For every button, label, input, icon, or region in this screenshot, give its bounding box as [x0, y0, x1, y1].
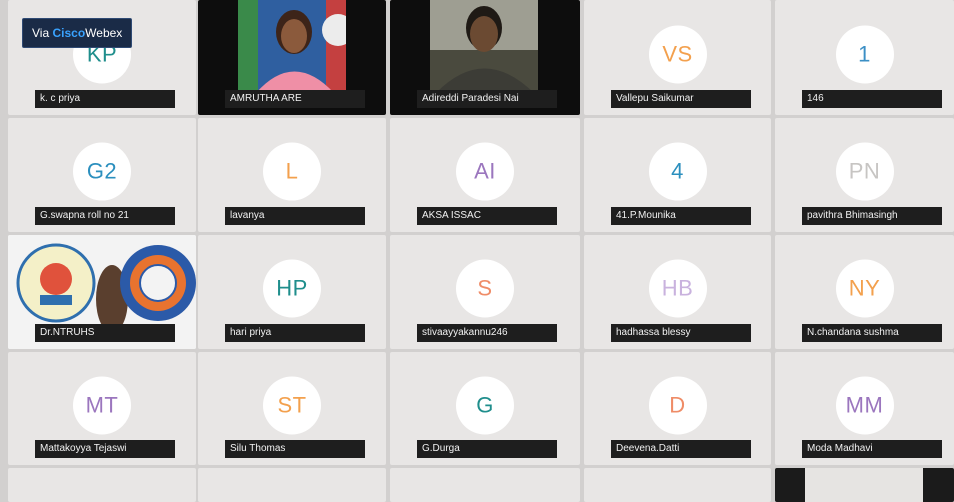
avatar: HB	[648, 259, 707, 318]
participant-tile-video[interactable]: Dr.NTRUHS	[8, 235, 196, 349]
video-feed	[805, 468, 923, 502]
participant-tile[interactable]: AI AKSA ISSAC	[390, 118, 580, 232]
webex-badge: Via CiscoWebex	[22, 18, 133, 48]
participant-name: Deevena.Datti	[611, 440, 751, 458]
participant-name: Dr.NTRUHS	[35, 324, 175, 342]
participant-name: Mattakoyya Tejaswi	[35, 440, 175, 458]
avatar: G2	[73, 142, 131, 201]
participant-tile[interactable]: ST Silu Thomas	[198, 352, 386, 465]
participant-name: AMRUTHA ARE	[225, 90, 365, 108]
avatar: MT	[73, 376, 131, 435]
participant-tile[interactable]: S stivaayyakannu246	[390, 235, 580, 349]
participant-tile[interactable]	[390, 468, 580, 502]
participant-name: lavanya	[225, 207, 365, 225]
avatar: D	[648, 376, 707, 435]
avatar: S	[456, 259, 514, 318]
participant-tile[interactable]: G2 G.swapna roll no 21	[8, 118, 196, 232]
participant-grid: KP k. c priya AMRUTHA ARE Adireddi Parad…	[0, 0, 954, 502]
participant-tile[interactable]: 1 146	[775, 0, 954, 115]
participant-name: 146	[802, 90, 942, 108]
avatar: 4	[648, 142, 707, 201]
participant-name: hadhassa blessy	[611, 324, 751, 342]
participant-tile[interactable]: G G.Durga	[390, 352, 580, 465]
participant-tile[interactable]: L lavanya	[198, 118, 386, 232]
participant-name: G.Durga	[417, 440, 557, 458]
badge-webex: Webex	[85, 26, 123, 40]
participant-tile[interactable]: NY N.chandana sushma	[775, 235, 954, 349]
participant-tile[interactable]	[8, 468, 196, 502]
participant-name: 41.P.Mounika	[611, 207, 751, 225]
participant-tile-video[interactable]: AMRUTHA ARE	[198, 0, 386, 115]
avatar: HP	[263, 259, 321, 318]
participant-tile-video[interactable]	[775, 468, 954, 502]
participant-tile[interactable]: 4 41.P.Mounika	[584, 118, 771, 232]
participant-name: k. c priya	[35, 90, 175, 108]
participant-tile[interactable]: D Deevena.Datti	[584, 352, 771, 465]
avatar: ST	[263, 376, 321, 435]
participant-name: hari priya	[225, 324, 365, 342]
avatar: VS	[648, 25, 707, 84]
participant-tile[interactable]	[584, 468, 771, 502]
participant-tile[interactable]: MM Moda Madhavi	[775, 352, 954, 465]
video-feed	[238, 0, 346, 93]
avatar: NY	[835, 259, 894, 318]
participant-tile[interactable]: HB hadhassa blessy	[584, 235, 771, 349]
badge-cisco: Cisco	[52, 26, 86, 40]
participant-tile[interactable]: PN pavithra Bhimasingh	[775, 118, 954, 232]
participant-name: AKSA ISSAC	[417, 207, 557, 225]
avatar: 1	[835, 25, 894, 84]
video-feed	[430, 0, 538, 93]
participant-tile[interactable]: VS Vallepu Saikumar	[584, 0, 771, 115]
participant-name: stivaayyakannu246	[417, 324, 557, 342]
participant-tile[interactable]	[198, 468, 386, 502]
participant-name: Vallepu Saikumar	[611, 90, 751, 108]
participant-name: pavithra Bhimasingh	[802, 207, 942, 225]
participant-name: Silu Thomas	[225, 440, 365, 458]
participant-name: N.chandana sushma	[802, 324, 942, 342]
avatar: G	[456, 376, 514, 435]
avatar: PN	[835, 142, 894, 201]
avatar: MM	[835, 376, 894, 435]
participant-name: Moda Madhavi	[802, 440, 942, 458]
participant-tile-video[interactable]: Adireddi Paradesi Nai	[390, 0, 580, 115]
participant-name: Adireddi Paradesi Nai	[417, 90, 557, 108]
participant-tile[interactable]: HP hari priya	[198, 235, 386, 349]
avatar: AI	[456, 142, 514, 201]
avatar: L	[263, 142, 321, 201]
participant-name: G.swapna roll no 21	[35, 207, 175, 225]
participant-tile[interactable]: MT Mattakoyya Tejaswi	[8, 352, 196, 465]
badge-via: Via	[32, 26, 50, 40]
